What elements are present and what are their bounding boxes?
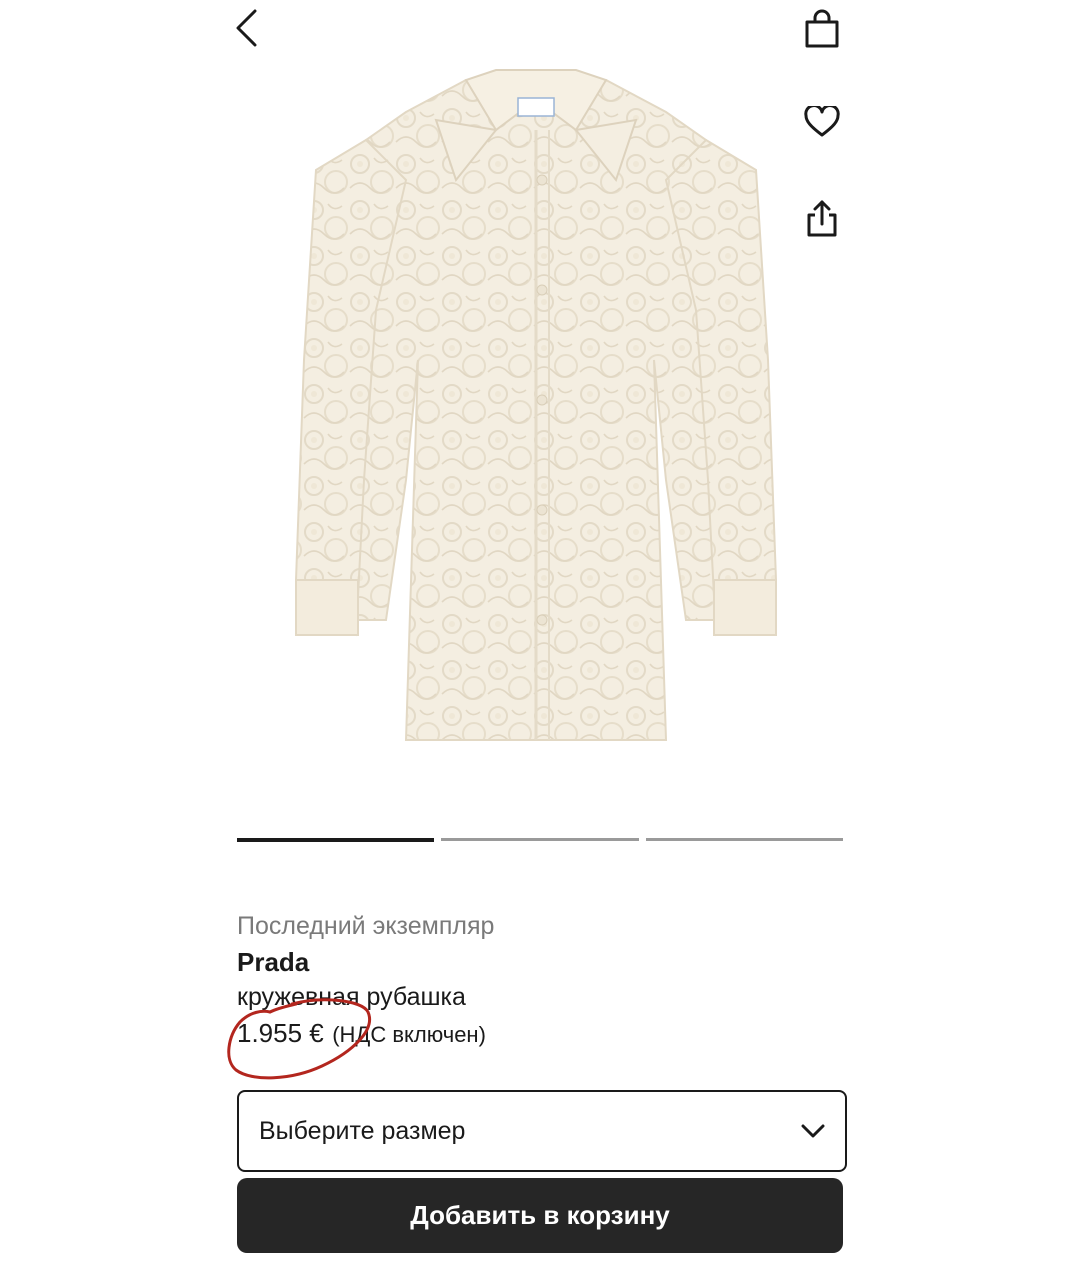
image-carousel-indicator[interactable] bbox=[237, 838, 843, 842]
chevron-left-icon bbox=[236, 9, 257, 47]
shopping-bag-icon bbox=[805, 9, 839, 48]
product-page: Последний экземпляр Prada кружевная руба… bbox=[0, 0, 1080, 1280]
carousel-segment[interactable] bbox=[237, 838, 435, 842]
product-info: Последний экземпляр Prada кружевная руба… bbox=[237, 908, 843, 1057]
price: 1.955 € bbox=[237, 1018, 324, 1048]
price-row: 1.955 € (НДС включен) bbox=[237, 1014, 843, 1057]
product-image[interactable] bbox=[256, 60, 816, 760]
size-select[interactable]: Выберите размер bbox=[237, 1090, 847, 1172]
brand-name[interactable]: Prada bbox=[237, 944, 843, 980]
cart-button[interactable] bbox=[798, 4, 846, 52]
back-button[interactable] bbox=[226, 6, 266, 50]
carousel-segment[interactable] bbox=[645, 838, 843, 841]
vat-note: (НДС включен) bbox=[332, 1022, 486, 1047]
carousel-segment[interactable] bbox=[441, 838, 639, 841]
chevron-down-icon bbox=[801, 1124, 825, 1138]
product-name: кружевная рубашка bbox=[237, 983, 466, 1011]
availability-label: Последний экземпляр bbox=[237, 912, 495, 940]
size-select-label: Выберите размер bbox=[259, 1116, 466, 1145]
add-to-cart-button[interactable]: Добавить в корзину bbox=[237, 1178, 843, 1253]
